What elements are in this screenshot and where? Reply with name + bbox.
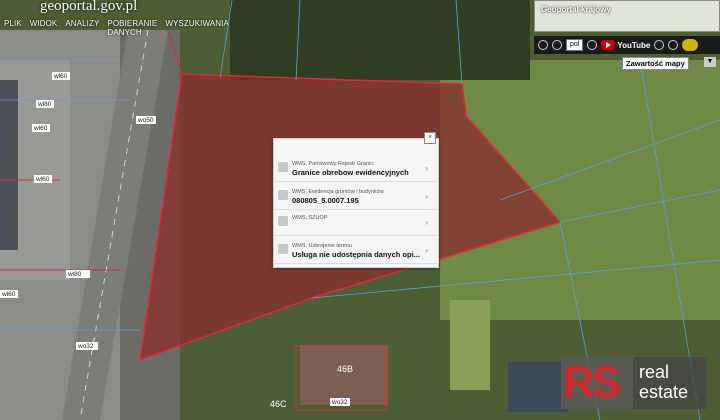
- language-select[interactable]: pol: [566, 39, 584, 51]
- parcel-label-46b: 46B: [337, 364, 353, 374]
- globe-icon[interactable]: [587, 40, 598, 50]
- real-estate-line2: estate: [639, 382, 689, 402]
- row-source: WMS, Ewidencja gruntów i budynków: [292, 189, 384, 195]
- menu-widok[interactable]: WIDOK: [26, 18, 62, 32]
- overview-minimap[interactable]: Geoportal krajowy: [534, 0, 720, 32]
- layer-icon: [278, 162, 288, 172]
- youtube-link[interactable]: YouTube: [601, 38, 650, 52]
- row-source: WMS, Państwowy Rejestr Granic:: [292, 161, 375, 167]
- minimap-title: Geoportal krajowy: [541, 5, 611, 14]
- settings-icon[interactable]: [668, 40, 679, 50]
- road-label: wl60: [33, 125, 48, 132]
- map-content-toggle[interactable]: ▼: [704, 57, 716, 67]
- rs-real-estate-watermark: RS real estate: [561, 357, 707, 409]
- youtube-icon: [601, 40, 616, 50]
- close-icon[interactable]: ×: [424, 132, 436, 144]
- road-label: wo32: [77, 343, 94, 350]
- info-icon[interactable]: [538, 40, 548, 50]
- menu-analizy[interactable]: ANALIZY: [61, 18, 103, 32]
- popup-row-granice[interactable]: WMS, Państwowy Rejestr Granic: Granice o…: [274, 157, 438, 182]
- parcel-label-46c: 46C: [270, 399, 287, 409]
- road-label: wl80: [37, 101, 52, 108]
- row-value: Granice obrebow ewidencyjnych: [292, 168, 409, 177]
- top-toolbar: pol YouTube: [534, 36, 720, 54]
- help-icon[interactable]: [654, 40, 665, 50]
- real-estate-box: real estate: [633, 357, 707, 409]
- road-label: wl80: [67, 271, 82, 278]
- main-menu: PLIK WIDOK ANALIZY POBIERANIE DANYCH WYS…: [0, 18, 233, 37]
- menu-wyszukiwania[interactable]: WYSZUKIWANIA: [161, 18, 233, 32]
- grid-icon[interactable]: [552, 40, 562, 50]
- row-value: Usługa nie udostępnia danych opi...: [292, 250, 420, 259]
- feature-info-popup: × WMS, Państwowy Rejestr Granic: Granice…: [273, 132, 439, 268]
- layer-icon: [278, 190, 288, 200]
- chevron-right-icon: ›: [425, 192, 428, 201]
- popup-row-ewidencja[interactable]: WMS, Ewidencja gruntów i budynków 080805…: [274, 185, 438, 210]
- geoportal-logo[interactable]: geoportal.gov.pl: [40, 0, 137, 15]
- row-source: WMS, Uzbrojenie terenu: [292, 243, 352, 249]
- chevron-right-icon: ›: [425, 246, 428, 255]
- layer-icon: [278, 244, 288, 254]
- layer-icon: [278, 216, 288, 226]
- map-content-button[interactable]: Zawartość mapy: [622, 57, 689, 70]
- road-label: wo32: [331, 399, 348, 406]
- popup-row-uzbrojenie[interactable]: WMS, Uzbrojenie terenu Usługa nie udostę…: [274, 239, 438, 264]
- road-label: wo50: [137, 117, 154, 124]
- rs-logo-text: RS: [563, 358, 621, 407]
- road-label: wl60: [1, 291, 16, 298]
- chevron-right-icon: ›: [425, 218, 428, 227]
- popup-row-szuop[interactable]: WMS, SZUOP ›: [274, 211, 438, 236]
- menu-pobieranie-danych[interactable]: POBIERANIE DANYCH: [103, 18, 161, 37]
- road-label: wl60: [35, 176, 50, 183]
- row-value: 080805_5.0007.195: [292, 196, 359, 205]
- chevron-right-icon: ›: [425, 164, 428, 173]
- app-header: geoportal.gov.pl PLIK WIDOK ANALIZY POBI…: [0, 0, 229, 37]
- rs-logo-box: RS: [561, 357, 633, 409]
- road-label: wl60: [53, 73, 68, 80]
- eye-icon[interactable]: [682, 39, 699, 51]
- row-source: WMS, SZUOP: [292, 215, 328, 221]
- real-estate-line1: real: [639, 362, 670, 382]
- menu-plik[interactable]: PLIK: [0, 18, 26, 32]
- youtube-label: YouTube: [617, 40, 651, 50]
